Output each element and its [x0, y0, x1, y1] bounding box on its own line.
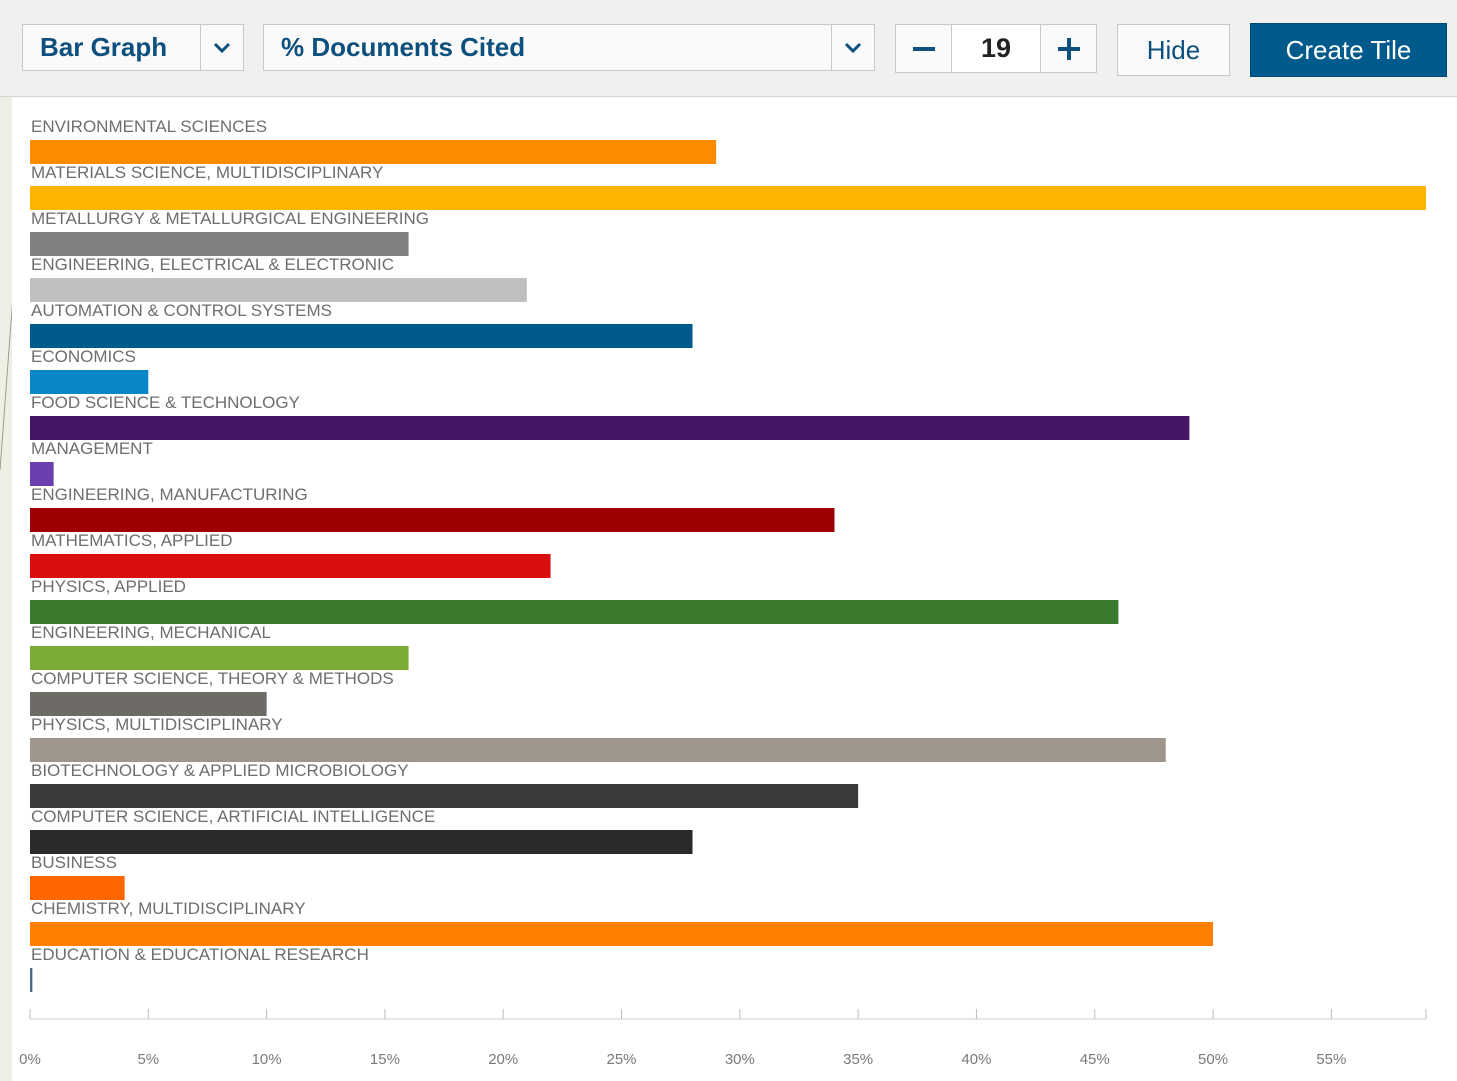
bar[interactable]	[30, 370, 149, 394]
create-tile-button[interactable]: Create Tile	[1250, 23, 1447, 77]
category-label: FOOD SCIENCE & TECHNOLOGY	[31, 393, 300, 412]
chart-type-value: Bar Graph	[40, 32, 168, 62]
decrement-button[interactable]	[896, 25, 951, 72]
chevron-down-icon[interactable]	[831, 25, 874, 70]
bar[interactable]	[30, 140, 717, 164]
category-label: ENGINEERING, MANUFACTURING	[31, 485, 308, 504]
category-label: BIOTECHNOLOGY & APPLIED MICROBIOLOGY	[31, 761, 409, 780]
bar[interactable]	[30, 232, 409, 256]
bar[interactable]	[30, 416, 1190, 440]
category-label: MATHEMATICS, APPLIED	[31, 531, 233, 550]
chart-panel: ENVIRONMENTAL SCIENCES MATERIALS SCIENCE,…	[12, 97, 1457, 1081]
category-label: MATERIALS SCIENCE, MULTIDISCIPLINARY	[31, 163, 383, 182]
x-tick-label: 45%	[1080, 1051, 1110, 1068]
category-label: ENVIRONMENTAL SCIENCES	[31, 117, 267, 136]
plus-icon	[1057, 37, 1080, 60]
category-label: COMPUTER SCIENCE, THEORY & METHODS	[31, 669, 394, 688]
chart-toolbar: Bar Graph % Documents Cited 19 Hide Crea…	[0, 0, 1457, 97]
bar[interactable]	[30, 462, 54, 486]
category-label: COMPUTER SCIENCE, ARTIFICIAL INTELLIGENC…	[31, 807, 435, 826]
bar[interactable]	[30, 600, 1119, 624]
category-label: ECONOMICS	[31, 347, 136, 366]
record-count-stepper: 19	[895, 24, 1097, 73]
x-tick-label: 55%	[1316, 1051, 1346, 1068]
bar[interactable]	[30, 784, 859, 808]
x-tick-label: 30%	[725, 1051, 755, 1068]
bar[interactable]	[30, 186, 1426, 210]
metric-select[interactable]: % Documents Cited	[263, 24, 875, 71]
x-tick-label: 15%	[370, 1051, 400, 1068]
minus-icon	[912, 46, 935, 51]
category-label: ENGINEERING, ELECTRICAL & ELECTRONIC	[31, 255, 394, 274]
category-label: EDUCATION & EDUCATIONAL RESEARCH	[31, 945, 369, 964]
bar[interactable]	[30, 738, 1166, 762]
bar[interactable]	[30, 968, 33, 992]
category-label: CHEMISTRY, MULTIDISCIPLINARY	[31, 899, 306, 918]
category-label: METALLURGY & METALLURGICAL ENGINEERING	[31, 209, 429, 228]
bar[interactable]	[30, 922, 1214, 946]
bar[interactable]	[30, 278, 527, 302]
bar-chart: ENVIRONMENTAL SCIENCES MATERIALS SCIENCE,…	[19, 117, 1427, 1068]
category-label: ENGINEERING, MECHANICAL	[31, 623, 271, 642]
category-label: BUSINESS	[31, 853, 117, 872]
bar[interactable]	[30, 876, 125, 900]
x-tick-label: 0%	[19, 1051, 41, 1068]
category-label: MANAGEMENT	[31, 439, 153, 458]
category-label: PHYSICS, MULTIDISCIPLINARY	[31, 715, 283, 734]
x-tick-label: 50%	[1198, 1051, 1228, 1068]
bar[interactable]	[30, 508, 835, 532]
bar[interactable]	[30, 324, 693, 348]
metric-value: % Documents Cited	[281, 32, 526, 62]
x-tick-label: 10%	[252, 1051, 282, 1068]
category-label: AUTOMATION & CONTROL SYSTEMS	[31, 301, 332, 320]
bar[interactable]	[30, 646, 409, 670]
bar[interactable]	[30, 554, 551, 578]
bar[interactable]	[30, 830, 693, 854]
chart-type-select[interactable]: Bar Graph	[22, 24, 244, 71]
record-count-input[interactable]: 19	[951, 25, 1041, 72]
hide-button[interactable]: Hide	[1117, 24, 1230, 76]
bar[interactable]	[30, 692, 267, 716]
x-tick-label: 35%	[843, 1051, 873, 1068]
x-tick-label: 5%	[137, 1051, 159, 1068]
category-label: PHYSICS, APPLIED	[31, 577, 186, 596]
increment-button[interactable]	[1041, 25, 1096, 72]
x-tick-label: 40%	[961, 1051, 991, 1068]
x-tick-label: 20%	[488, 1051, 518, 1068]
chevron-down-icon[interactable]	[200, 25, 243, 70]
x-tick-label: 25%	[607, 1051, 637, 1068]
